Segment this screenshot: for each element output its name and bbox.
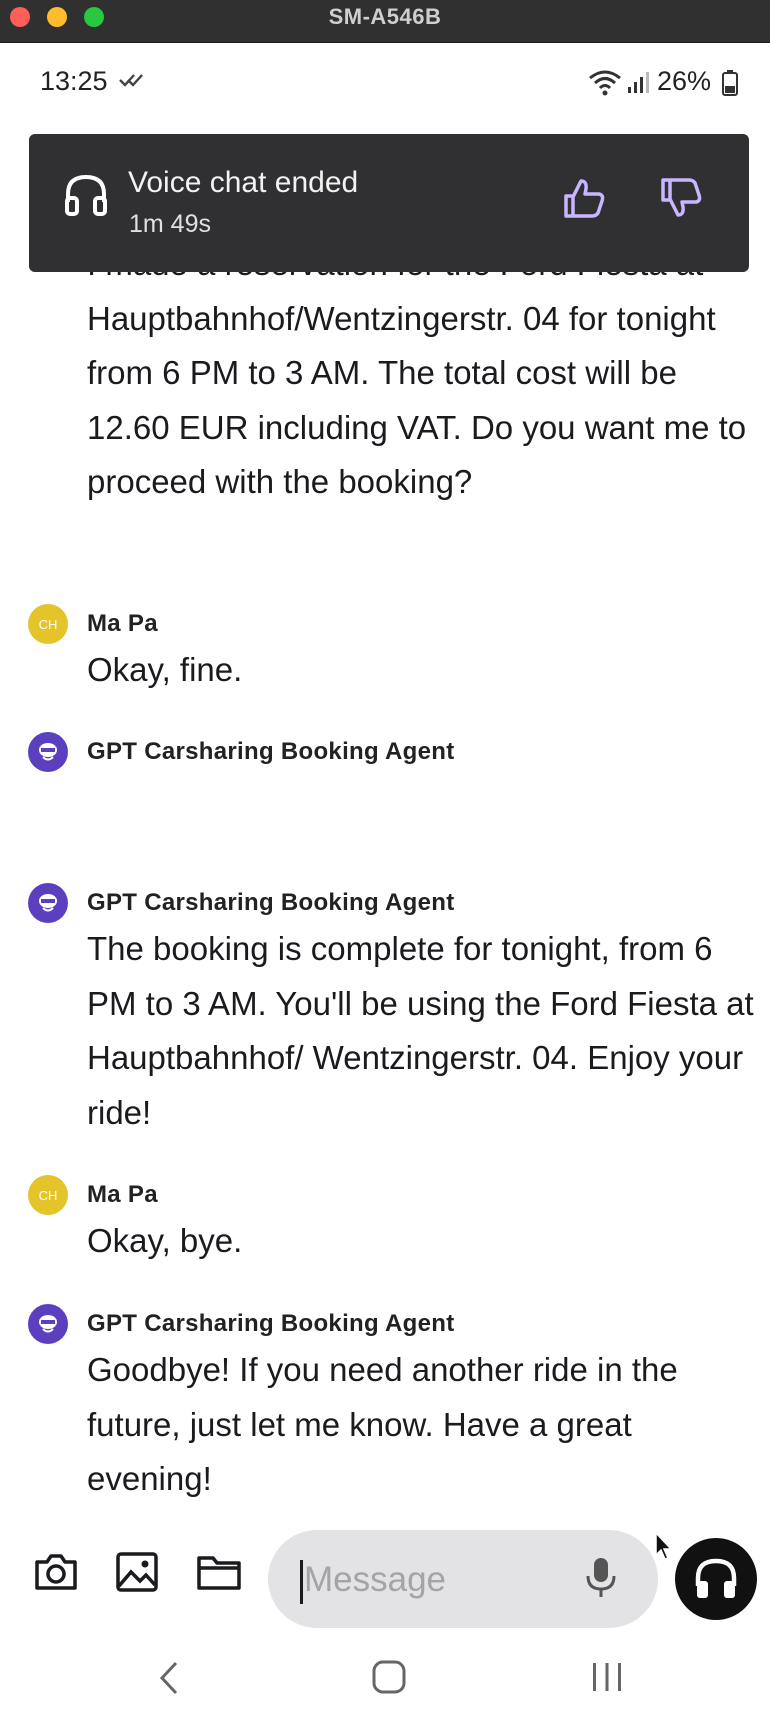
headphones-icon xyxy=(65,174,107,216)
snackbar-duration: 1m 49s xyxy=(129,210,211,238)
battery-icon xyxy=(722,70,738,96)
window-title: SM-A546B xyxy=(328,4,442,29)
window-titlebar: SM-A546B xyxy=(0,0,770,43)
agent-message-text: Goodbye! If you need another ride in the… xyxy=(87,1351,678,1497)
thumbs-down-icon[interactable] xyxy=(659,176,703,220)
mic-icon[interactable] xyxy=(586,1556,616,1600)
battery-percent: 26% xyxy=(657,66,712,96)
double-check-icon xyxy=(119,74,143,87)
agent-avatar-icon xyxy=(39,1315,57,1333)
user-message-text: Okay, fine. xyxy=(87,651,243,688)
home-icon[interactable] xyxy=(372,1660,406,1694)
sender-name: GPT Carsharing Booking Agent xyxy=(87,889,455,916)
image-icon[interactable] xyxy=(113,1548,161,1596)
mouse-cursor-icon xyxy=(655,1531,673,1560)
snackbar-title: Voice chat ended xyxy=(128,166,359,199)
sender-name: Ma Pa xyxy=(87,610,158,637)
user-avatar: CH xyxy=(28,604,68,644)
sender-name: GPT Carsharing Booking Agent xyxy=(87,738,455,765)
agent-avatar-icon xyxy=(39,894,57,912)
system-navigation-bar xyxy=(0,1630,770,1732)
chat-transcript[interactable]: I made a reservation for the Ford Fiesta… xyxy=(0,120,770,1520)
folder-icon[interactable] xyxy=(195,1548,243,1596)
agent-message-text: The booking is complete for tonight, fro… xyxy=(87,930,754,1131)
back-icon[interactable] xyxy=(158,1660,182,1696)
camera-icon[interactable] xyxy=(32,1548,80,1596)
recent-apps-icon[interactable] xyxy=(590,1660,624,1694)
sender-name: GPT Carsharing Booking Agent xyxy=(87,1310,455,1337)
agent-avatar xyxy=(28,883,68,923)
user-message-text: Okay, bye. xyxy=(87,1222,243,1259)
wifi-icon xyxy=(589,70,621,96)
text-caret xyxy=(300,1560,303,1604)
headphones-icon xyxy=(695,1558,737,1598)
agent-avatar xyxy=(28,732,68,772)
sender-name: Ma Pa xyxy=(87,1181,158,1208)
thumbs-up-icon[interactable] xyxy=(562,176,606,220)
message-input[interactable]: Message xyxy=(268,1530,658,1628)
voice-chat-ended-snackbar: Voice chat ended 1m 49s xyxy=(29,134,749,272)
status-time: 13:25 xyxy=(40,66,108,96)
agent-message-text: I made a reservation for the Ford Fiesta… xyxy=(87,245,747,500)
message-placeholder: Message xyxy=(304,1560,447,1599)
signal-icon xyxy=(628,72,649,93)
agent-avatar-icon xyxy=(39,743,57,761)
agent-avatar xyxy=(28,1304,68,1344)
status-bar: 13:25 26% xyxy=(0,42,770,120)
voice-chat-button[interactable] xyxy=(675,1538,757,1620)
user-avatar: CH xyxy=(28,1175,68,1215)
